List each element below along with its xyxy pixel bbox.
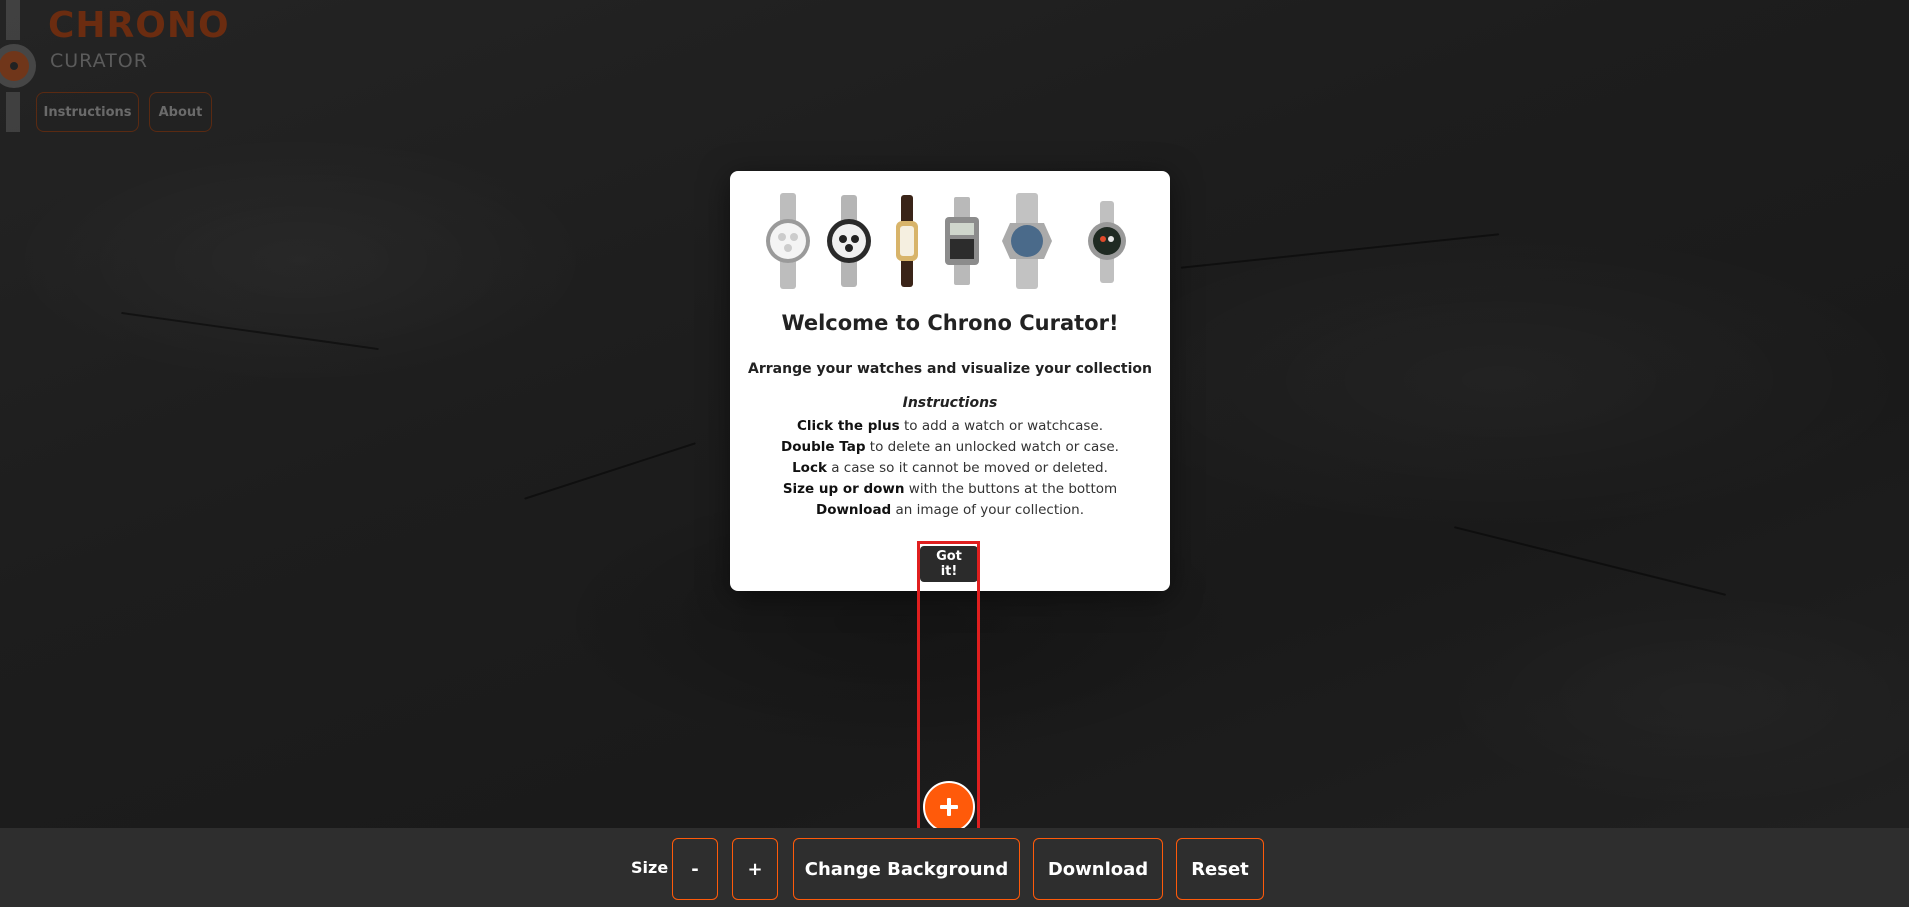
watch-collection-image [766,193,1126,289]
got-it-button[interactable]: Got it! [920,546,978,582]
instruction-item: Lock a case so it cannot be moved or del… [792,460,1108,476]
watch-image [945,197,979,285]
size-decrease-button[interactable]: - [672,838,718,900]
background-texture [1453,526,1727,596]
app-title: CHRONO [48,5,230,46]
logo-watch-icon [0,0,36,132]
instruction-item: Double Tap to delete an unlocked watch o… [781,439,1119,455]
instruction-item: Size up or down with the buttons at the … [782,481,1118,497]
welcome-modal: Welcome to Chrono Curator! Arrange your … [730,171,1170,591]
watch-image [1088,201,1126,283]
watch-image [766,193,810,289]
about-button[interactable]: About [149,92,212,132]
instructions-list: Click the plus to add a watch or watchca… [730,416,1170,521]
modal-subtitle: Arrange your watches and visualize your … [748,361,1152,377]
download-button[interactable]: Download [1033,838,1163,900]
watch-image [1002,193,1052,289]
bottom-toolbar: Size - + Change Background Download Rese… [0,828,1909,907]
add-watch-button[interactable] [923,781,975,833]
watch-image [827,195,871,287]
background-texture [1180,233,1500,269]
instructions-button[interactable]: Instructions [36,92,139,132]
background-texture [121,311,379,351]
instruction-item: Download an image of your collection. [815,502,1084,518]
change-background-button[interactable]: Change Background [793,838,1020,900]
instruction-item: Click the plus to add a watch or watchca… [797,418,1103,434]
size-increase-button[interactable]: + [732,838,778,900]
reset-button[interactable]: Reset [1176,838,1264,900]
size-label: Size [631,858,669,877]
app-subtitle: CURATOR [50,50,148,72]
modal-title: Welcome to Chrono Curator! [781,311,1119,335]
watch-image [896,195,918,287]
plus-icon [940,798,958,816]
background-texture [524,442,696,500]
instructions-heading: Instructions [902,395,998,411]
